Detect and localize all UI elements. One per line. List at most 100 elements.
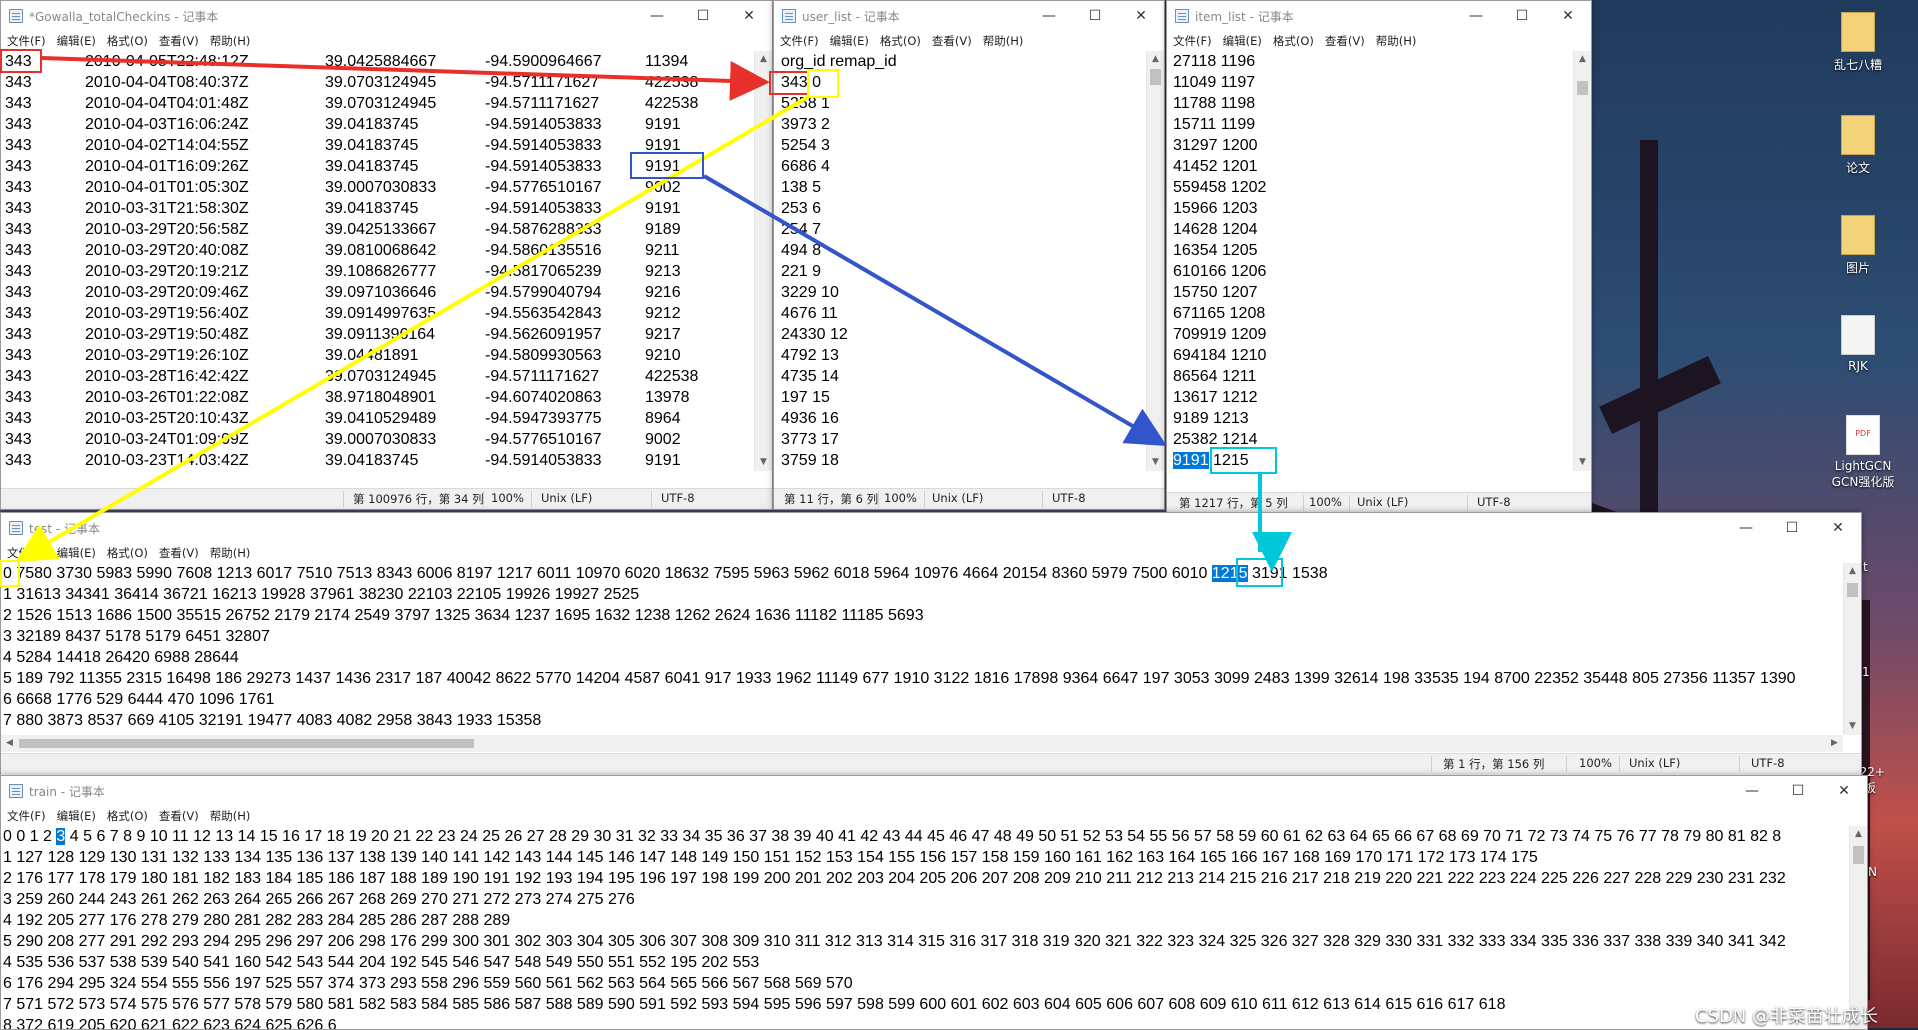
- menu-format[interactable]: 格式(O): [107, 545, 148, 561]
- table-cell: 9189: [645, 221, 681, 238]
- menu-help[interactable]: 帮助(H): [983, 33, 1024, 49]
- title-bar[interactable]: user_list - 记事本 — ☐ ✕: [774, 1, 1164, 31]
- text-area[interactable]: org_id remap_id 343 0 5258 1 3973 2 5254 3 66…: [781, 51, 1146, 471]
- menu-view[interactable]: 查看(V): [159, 808, 199, 824]
- scroll-up-icon[interactable]: ▲: [1850, 826, 1867, 843]
- menu-file[interactable]: 文件(F): [7, 33, 46, 49]
- scroll-thumb[interactable]: [1847, 583, 1858, 597]
- title-bar[interactable]: test - 记事本 — ☐ ✕: [1, 513, 1861, 543]
- scroll-thumb[interactable]: [1577, 81, 1588, 95]
- menu-file[interactable]: 文件(F): [780, 33, 819, 49]
- vertical-scrollbar[interactable]: ▲ ▼: [754, 51, 772, 471]
- scroll-thumb[interactable]: [1853, 846, 1864, 864]
- menu-format[interactable]: 格式(O): [107, 808, 148, 824]
- text-area[interactable]: 343 2010-04-05T22:48:12Z 39.0425884667 -94.…: [1, 51, 754, 471]
- maximize-button[interactable]: ☐: [680, 1, 726, 31]
- text-area[interactable]: 0 7580 3730 5983 5990 7608 1213 6017 751…: [3, 563, 1843, 735]
- desktop-icon-folder[interactable]: 图片: [1823, 215, 1893, 276]
- list-item: 11049 1197: [1173, 74, 1256, 91]
- minimize-button[interactable]: —: [1026, 1, 1072, 31]
- window-user-list[interactable]: user_list - 记事本 — ☐ ✕ 文件(F) 编辑(E) 格式(O) …: [773, 0, 1165, 510]
- menu-help[interactable]: 帮助(H): [1376, 33, 1417, 49]
- window-test[interactable]: test - 记事本 — ☐ ✕ 文件(F) 编辑(E) 格式(O) 查看(V)…: [0, 512, 1862, 776]
- menu-view[interactable]: 查看(V): [932, 33, 972, 49]
- user-id: 0: [3, 565, 12, 582]
- table-cell: 2010-03-31T21:58:30Z: [85, 200, 249, 217]
- vertical-scrollbar[interactable]: ▲: [1849, 826, 1867, 1029]
- close-button[interactable]: ✕: [1545, 1, 1591, 31]
- window-checkins[interactable]: *Gowalla_totalCheckins - 记事本 — ☐ ✕ 文件(F)…: [0, 0, 773, 510]
- menu-file[interactable]: 文件(F): [7, 545, 46, 561]
- text-area[interactable]: 27118 1196 11049 1197 11788 1198 15711 1199…: [1173, 51, 1573, 471]
- menu-help[interactable]: 帮助(H): [210, 808, 251, 824]
- scroll-right-icon[interactable]: ▶: [1826, 735, 1843, 752]
- vertical-scrollbar[interactable]: ▲ ▼: [1573, 51, 1591, 471]
- minimize-button[interactable]: —: [1729, 776, 1775, 806]
- desktop-icon-label: 1: [1862, 665, 1870, 679]
- table-cell: 39.0810068642: [325, 242, 437, 259]
- menu-edit[interactable]: 编辑(E): [57, 808, 96, 824]
- desktop-icon-partial[interactable]: 1: [1862, 665, 1902, 679]
- close-button[interactable]: ✕: [1821, 776, 1867, 806]
- maximize-button[interactable]: ☐: [1775, 776, 1821, 806]
- table-cell: 2010-04-01T16:09:26Z: [85, 158, 249, 175]
- status-eol: Unix (LF): [1629, 756, 1681, 770]
- scroll-up-icon[interactable]: ▲: [1844, 563, 1861, 580]
- close-button[interactable]: ✕: [1815, 513, 1861, 543]
- table-cell: 343: [5, 410, 32, 427]
- scroll-down-icon[interactable]: ▼: [1147, 454, 1164, 471]
- scroll-thumb[interactable]: [1150, 69, 1161, 85]
- minimize-button[interactable]: —: [1723, 513, 1769, 543]
- table-cell: 2010-03-29T19:56:40Z: [85, 305, 249, 322]
- scroll-down-icon[interactable]: ▼: [1574, 454, 1591, 471]
- list-item: 4735 14: [781, 368, 839, 385]
- menu-edit[interactable]: 编辑(E): [57, 545, 96, 561]
- scroll-up-icon[interactable]: ▲: [1147, 51, 1164, 68]
- vertical-scrollbar[interactable]: ▲ ▼: [1146, 51, 1164, 471]
- desktop-icon-pdf[interactable]: LightGCN GCN强化版: [1823, 415, 1903, 490]
- scroll-down-icon[interactable]: ▼: [1844, 718, 1861, 735]
- title-bar[interactable]: train - 记事本 — ☐ ✕: [1, 776, 1867, 806]
- menu-help[interactable]: 帮助(H): [210, 33, 251, 49]
- scroll-thumb[interactable]: [19, 739, 474, 748]
- text-line: 2 1526 1513 1686 1500 35515 26752 2179 2…: [3, 607, 924, 624]
- scroll-left-icon[interactable]: ◀: [1, 735, 18, 752]
- close-button[interactable]: ✕: [1118, 1, 1164, 31]
- menu-format[interactable]: 格式(O): [1273, 33, 1314, 49]
- desktop-icon-document[interactable]: RJK: [1823, 315, 1893, 373]
- maximize-button[interactable]: ☐: [1072, 1, 1118, 31]
- menu-edit[interactable]: 编辑(E): [57, 33, 96, 49]
- vertical-scrollbar[interactable]: ▲ ▼: [1843, 563, 1861, 735]
- scroll-up-icon[interactable]: ▲: [755, 51, 772, 68]
- desktop-icon-folder[interactable]: 乱七八糟: [1823, 12, 1893, 73]
- title-bar[interactable]: *Gowalla_totalCheckins - 记事本 — ☐ ✕: [1, 1, 772, 31]
- table-cell: 343: [5, 284, 32, 301]
- menu-file[interactable]: 文件(F): [7, 808, 46, 824]
- menu-view[interactable]: 查看(V): [159, 545, 199, 561]
- maximize-button[interactable]: ☐: [1499, 1, 1545, 31]
- horizontal-scrollbar[interactable]: ◀ ▶: [1, 735, 1843, 752]
- menu-bar: 文件(F) 编辑(E) 格式(O) 查看(V) 帮助(H): [1, 806, 1867, 826]
- scroll-up-icon[interactable]: ▲: [1574, 51, 1591, 68]
- menu-view[interactable]: 查看(V): [159, 33, 199, 49]
- minimize-button[interactable]: —: [1453, 1, 1499, 31]
- window-item-list[interactable]: item_list - 记事本 — ☐ ✕ 文件(F) 编辑(E) 格式(O) …: [1166, 0, 1592, 514]
- scroll-down-icon[interactable]: ▼: [755, 454, 772, 471]
- menu-format[interactable]: 格式(O): [107, 33, 148, 49]
- menu-help[interactable]: 帮助(H): [210, 545, 251, 561]
- maximize-button[interactable]: ☐: [1769, 513, 1815, 543]
- minimize-button[interactable]: —: [634, 1, 680, 31]
- menu-view[interactable]: 查看(V): [1325, 33, 1365, 49]
- menu-edit[interactable]: 编辑(E): [830, 33, 869, 49]
- window-train[interactable]: train - 记事本 — ☐ ✕ 文件(F) 编辑(E) 格式(O) 查看(V…: [0, 775, 1868, 1030]
- text-area[interactable]: 0 0 1 2 3 4 5 6 7 8 9 10 11 12 13 14 15 …: [3, 826, 1849, 1029]
- title-bar[interactable]: item_list - 记事本 — ☐ ✕: [1167, 1, 1591, 31]
- menu-edit[interactable]: 编辑(E): [1223, 33, 1262, 49]
- close-button[interactable]: ✕: [726, 1, 772, 31]
- menu-file[interactable]: 文件(F): [1173, 33, 1212, 49]
- menu-format[interactable]: 格式(O): [880, 33, 921, 49]
- selected-text: 1215: [1211, 565, 1248, 582]
- text-line: 6 176 294 295 324 554 555 556 197 525 55…: [3, 975, 853, 992]
- desktop-icon-folder[interactable]: 论文: [1823, 115, 1893, 176]
- list-item: 15966 1203: [1173, 200, 1258, 217]
